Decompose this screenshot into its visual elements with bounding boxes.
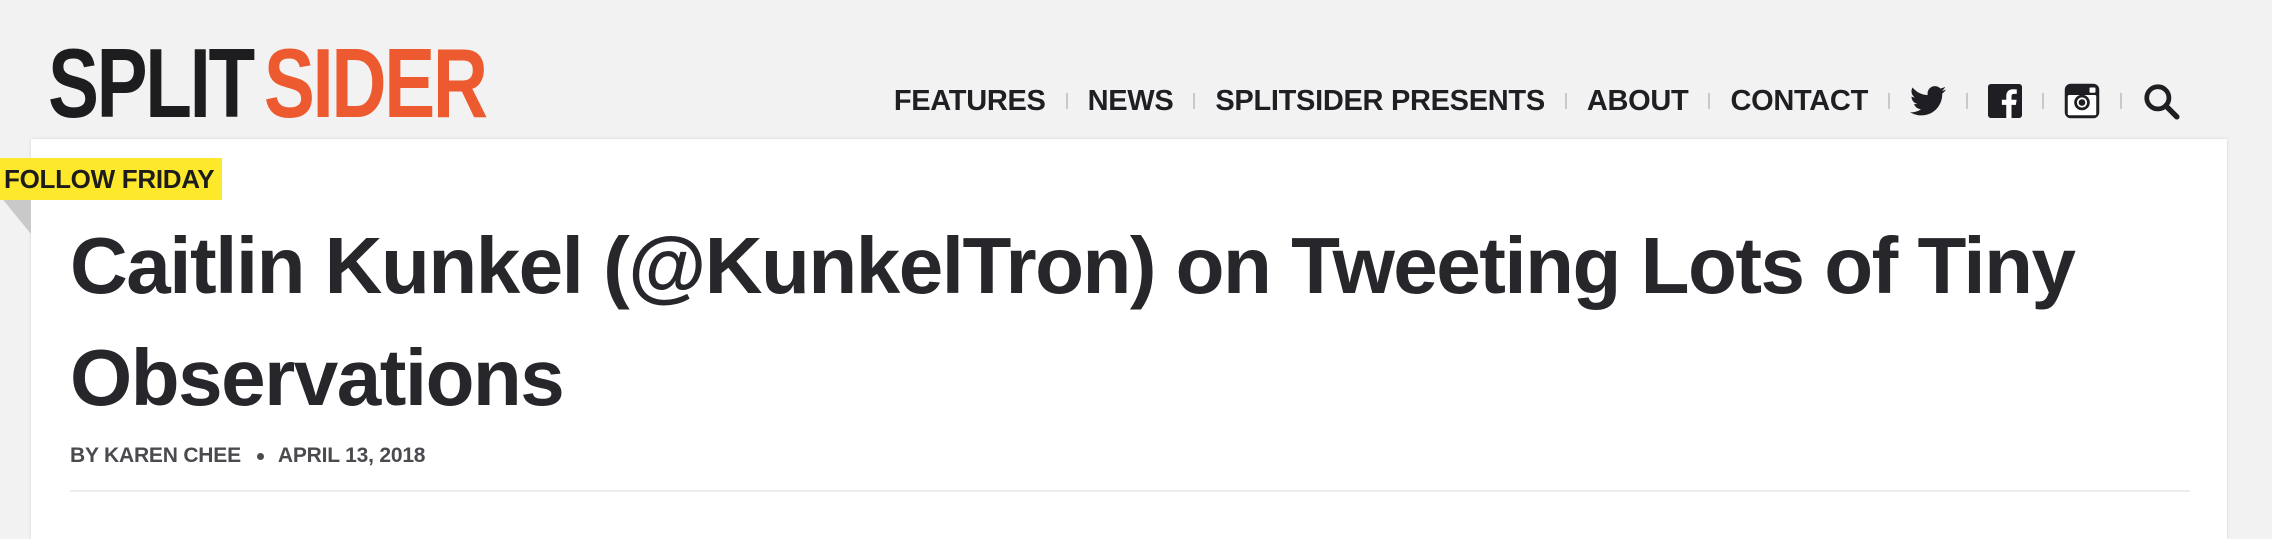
- nav-item-about[interactable]: ABOUT: [1587, 85, 1689, 118]
- nav-item-news[interactable]: NEWS: [1088, 85, 1174, 118]
- category-tag[interactable]: FOLLOW FRIDAY: [0, 158, 223, 200]
- nav-separator: [2042, 93, 2044, 109]
- nav-separator: [1708, 93, 1711, 109]
- byline-separator-dot: [256, 452, 264, 460]
- search-icon[interactable]: [2142, 82, 2180, 120]
- main-nav: FEATURES NEWS SPLITSIDER PRESENTS ABOUT …: [894, 78, 2180, 124]
- category-ribbon-fold: [0, 196, 31, 234]
- nav-separator: [1564, 93, 1567, 109]
- nav-item-contact[interactable]: CONTACT: [1730, 85, 1868, 118]
- nav-item-splitsider-presents[interactable]: SPLITSIDER PRESENTS: [1215, 85, 1545, 118]
- nav-separator: [2120, 93, 2122, 109]
- nav-separator: [1888, 93, 1890, 109]
- instagram-icon[interactable]: [2064, 83, 2100, 119]
- nav-separator: [1193, 93, 1196, 109]
- logo-part-sider: SIDER: [263, 28, 488, 138]
- facebook-icon[interactable]: [1988, 84, 2022, 118]
- publish-date: APRIL 13, 2018: [277, 444, 426, 467]
- article-title: Caitlin Kunkel (@KunkelTron) on Tweeting…: [70, 221, 2076, 422]
- nav-separator: [1966, 93, 1968, 109]
- site-logo[interactable]: SPLIT SIDER: [48, 34, 488, 132]
- article-byline: BY KAREN CHEE APRIL 13, 2018: [70, 444, 425, 468]
- nav-item-features[interactable]: FEATURES: [894, 85, 1046, 118]
- nav-separator: [1065, 93, 1068, 109]
- twitter-icon[interactable]: [1910, 86, 1946, 116]
- logo-part-split: SPLIT: [48, 28, 255, 138]
- byline-divider: [70, 490, 2190, 492]
- author-name[interactable]: BY KAREN CHEE: [70, 444, 241, 468]
